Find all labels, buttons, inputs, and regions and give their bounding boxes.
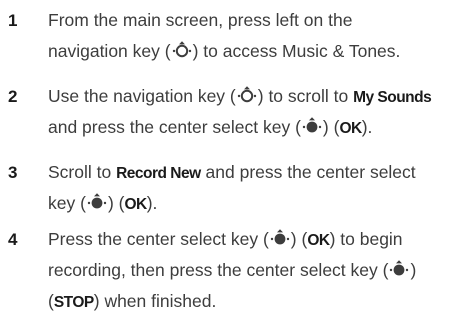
step-text-segment: From the main screen, press left on the xyxy=(48,10,353,30)
step-text: Scroll to Record New and press the cente… xyxy=(48,157,453,219)
step-text-segment: ) ( xyxy=(107,193,125,213)
step-text: Press the center select key ( ) (OK) to b… xyxy=(48,224,453,317)
center-select-key-icon xyxy=(87,192,107,212)
center-select-key-icon xyxy=(270,228,290,248)
step-text: From the main screen, press left on the … xyxy=(48,5,453,67)
step-text-segment: ) when finished. xyxy=(93,291,217,311)
step-text-segment: Scroll to xyxy=(48,162,117,182)
step-text-segment: ) xyxy=(410,260,417,280)
center-select-key-icon xyxy=(302,116,322,136)
step-number: 1 xyxy=(8,11,18,30)
step-text-segment: Press the center select key ( xyxy=(48,229,269,249)
step-number: 3 xyxy=(8,163,18,182)
step-text-segment: navigation key ( xyxy=(48,41,171,61)
step-text-segment: ). xyxy=(361,117,373,137)
step-number: 2 xyxy=(8,87,18,106)
step-text-segment: key ( xyxy=(48,193,86,213)
navigation-key-icon xyxy=(172,40,192,60)
step-text-segment: ) ( xyxy=(290,229,308,249)
step-text-segment: ) to begin xyxy=(329,229,403,249)
center-select-key-icon xyxy=(389,259,409,279)
step-text-segment: ). xyxy=(146,193,158,213)
step-text-segment: recording, then press the center select … xyxy=(48,260,389,280)
step-text-segment: ) to access Music & Tones. xyxy=(192,41,401,61)
softkey-label: STOP xyxy=(53,294,94,311)
softkey-label: OK xyxy=(339,120,362,137)
softkey-label: OK xyxy=(124,196,147,213)
step-text-segment: ) to scroll to xyxy=(257,86,354,106)
step-text-segment: ) ( xyxy=(322,117,340,137)
navigation-key-icon xyxy=(237,85,257,105)
step-text-segment: and press the center select key ( xyxy=(48,117,301,137)
step-text-segment: Use the navigation key ( xyxy=(48,86,236,106)
step-text: Use the navigation key ( ) to scroll to M… xyxy=(48,81,453,143)
softkey-label: OK xyxy=(307,232,330,249)
step-text-segment: and press the center select xyxy=(200,162,416,182)
menu-item-name: Record New xyxy=(116,165,201,182)
menu-item-name: My Sounds xyxy=(353,89,432,106)
step-number: 4 xyxy=(8,230,18,249)
